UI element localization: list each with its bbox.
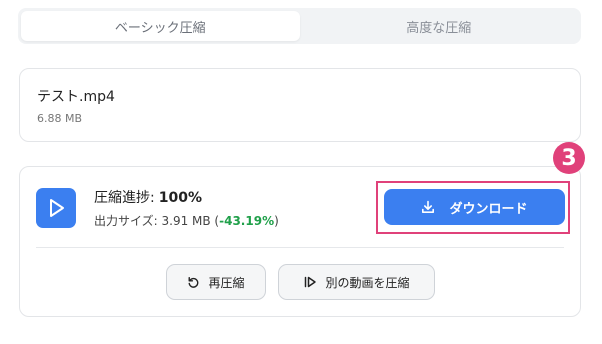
download-label: ダウンロード xyxy=(449,201,528,217)
progress-label: 圧縮進捗: xyxy=(94,190,155,206)
size-reduction-percent: -43.19% xyxy=(219,214,275,228)
refresh-icon xyxy=(187,276,200,289)
video-play-icon xyxy=(36,188,76,228)
compression-result-card: 圧縮進捗: 100% 出力サイズ: 3.91 MB (-43.19%) ダウンロー… xyxy=(19,166,581,317)
download-button[interactable]: ダウンロード xyxy=(384,189,565,225)
recompress-label: 再圧縮 xyxy=(208,275,245,290)
file-info-card: テスト.mp4 6.88 MB xyxy=(19,68,581,142)
progress-status: 圧縮進捗: 100% xyxy=(94,187,202,207)
download-icon xyxy=(421,200,435,214)
recompress-button[interactable]: 再圧縮 xyxy=(166,264,266,300)
compress-another-video-button[interactable]: 別の動画を圧縮 xyxy=(278,264,435,300)
file-size: 6.88 MB xyxy=(37,112,83,125)
output-close-paren: ) xyxy=(274,214,279,228)
compress-another-label: 別の動画を圧縮 xyxy=(325,275,410,290)
skip-forward-icon xyxy=(303,275,317,289)
output-size-label: 出力サイズ: 3.91 MB ( xyxy=(94,214,220,228)
step-number-badge: 3 xyxy=(553,142,585,174)
tab-basic-compression[interactable]: ベーシック圧縮 xyxy=(21,11,300,41)
tab-advanced-compression[interactable]: 高度な圧縮 xyxy=(300,11,579,41)
compressor-page: ベーシック圧縮 高度な圧縮 テスト.mp4 6.88 MB 圧縮進捗: 100% … xyxy=(0,0,602,344)
progress-value: 100% xyxy=(158,190,202,206)
divider xyxy=(36,247,564,248)
compression-mode-tabs: ベーシック圧縮 高度な圧縮 xyxy=(18,8,581,44)
output-size-status: 出力サイズ: 3.91 MB (-43.19%) xyxy=(94,212,279,229)
file-name: テスト.mp4 xyxy=(37,89,115,105)
